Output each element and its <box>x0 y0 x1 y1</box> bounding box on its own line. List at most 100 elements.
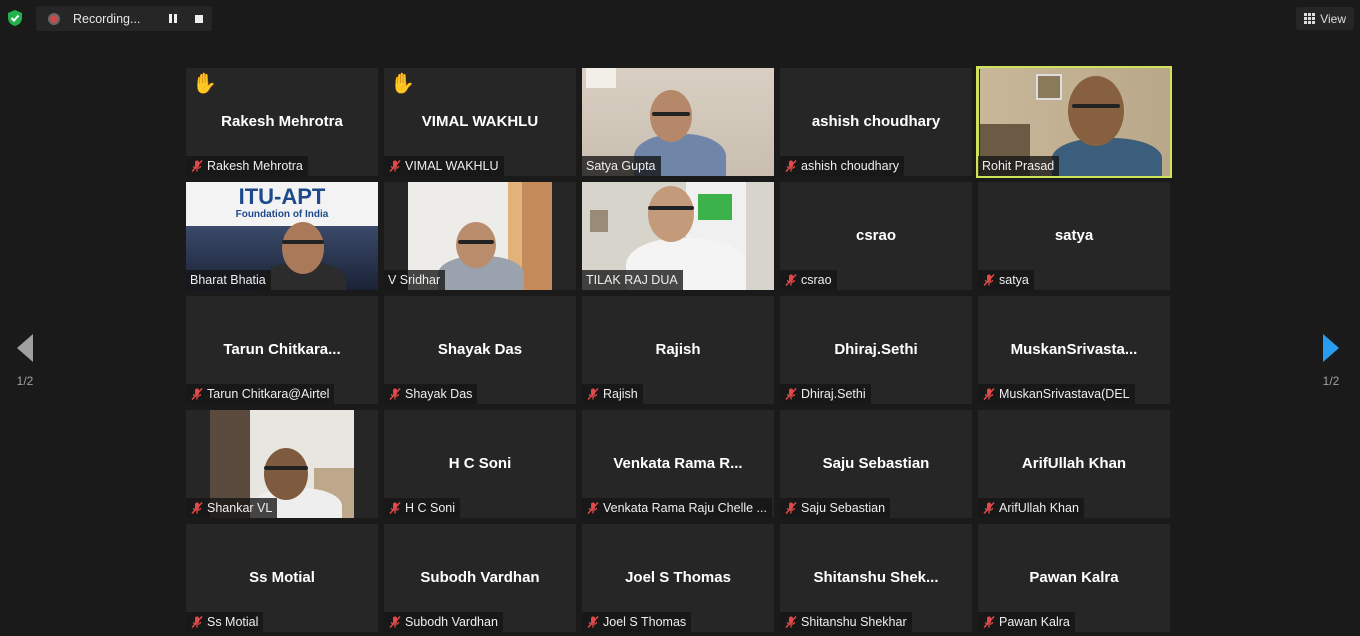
participant-name-label: Subodh Vardhan <box>384 612 503 632</box>
participant-tile[interactable]: Venkata Rama R... Venkata Rama Raju Chell… <box>582 410 774 518</box>
stop-recording-button[interactable] <box>189 9 209 29</box>
participant-tile[interactable]: Shankar VL <box>186 410 378 518</box>
participant-name: TILAK RAJ DUA <box>586 273 678 287</box>
participant-display-name: Joel S Thomas <box>625 569 731 586</box>
participant-name-label: Venkata Rama Raju Chelle ... <box>582 498 772 518</box>
page-indicator-right: 1/2 <box>1322 374 1340 388</box>
participant-name: ArifUllah Khan <box>999 501 1079 515</box>
participant-name: Tarun Chitkara@Airtel <box>207 387 330 401</box>
pause-recording-button[interactable] <box>163 9 183 29</box>
previous-page-button[interactable]: 1/2 <box>10 334 40 394</box>
participant-display-name: VIMAL WAKHLU <box>421 113 539 130</box>
participant-tile[interactable]: ashish choudhary ashish choudhary <box>780 68 972 176</box>
recording-label: Recording... <box>73 11 141 26</box>
gallery-grid: ✋ Rakesh Mehrotra Rakesh Mehrotra ✋ VIMAL WA… <box>186 66 1174 636</box>
participant-name: Joel S Thomas <box>603 615 687 629</box>
muted-mic-icon <box>784 159 798 173</box>
muted-mic-icon <box>982 615 996 629</box>
participant-tile[interactable]: MuskanSrivasta... MuskanSrivastava(DEL <box>978 296 1170 404</box>
muted-mic-icon <box>784 501 798 515</box>
next-page-button[interactable]: 1/2 <box>1316 334 1346 394</box>
participant-tile[interactable]: H C Soni H C Soni <box>384 410 576 518</box>
participant-display-name: Shitanshu Shek... <box>813 569 939 586</box>
participant-tile[interactable]: V Sridhar <box>384 182 576 290</box>
participant-tile[interactable]: Shayak Das Shayak Das <box>384 296 576 404</box>
participant-name: Shayak Das <box>405 387 473 401</box>
participant-display-name: Rakesh Mehrotra <box>221 113 343 130</box>
video-frame-element <box>698 194 732 220</box>
participant-name: Bharat Bhatia <box>190 273 266 287</box>
chevron-right-icon <box>1323 334 1339 362</box>
participant-display-name: MuskanSrivasta... <box>1010 341 1138 358</box>
participant-tile[interactable]: Shitanshu Shek... Shitanshu Shekhar <box>780 524 972 632</box>
participant-name-label: H C Soni <box>384 498 461 518</box>
participant-name: Dhiraj.Sethi <box>801 387 866 401</box>
participant-name-label: ArifUllah Khan <box>978 498 1084 518</box>
participant-tile[interactable]: Satya Gupta <box>582 68 774 176</box>
participant-display-name: Saju Sebastian <box>822 455 930 472</box>
participant-tile[interactable]: Rohit Prasad <box>976 66 1172 178</box>
participant-tile[interactable]: ArifUllah Khan ArifUllah Khan <box>978 410 1170 518</box>
gallery-grid-icon <box>1304 13 1316 24</box>
video-frame-element <box>1036 74 1062 100</box>
video-frame-element <box>458 240 494 244</box>
participant-display-name: ArifUllah Khan <box>1021 455 1127 472</box>
video-frame-element <box>264 466 308 470</box>
participant-name-label: Shankar VL <box>186 498 278 518</box>
participant-display-name: Shayak Das <box>437 341 523 358</box>
participant-tile[interactable]: Rajish Rajish <box>582 296 774 404</box>
security-shield-icon[interactable] <box>6 9 24 27</box>
muted-mic-icon <box>190 387 204 401</box>
background-logo-text: ITU-APT <box>238 184 326 209</box>
participant-tile[interactable]: Saju Sebastian Saju Sebastian <box>780 410 972 518</box>
muted-mic-icon <box>190 615 204 629</box>
video-frame-element <box>650 90 692 142</box>
participant-name-label: satya <box>978 270 1034 290</box>
participant-tile[interactable]: Subodh Vardhan Subodh Vardhan <box>384 524 576 632</box>
participant-tile[interactable]: ✋ Rakesh Mehrotra Rakesh Mehrotra <box>186 68 378 176</box>
participant-tile[interactable]: ✋ VIMAL WAKHLU VIMAL WAKHLU <box>384 68 576 176</box>
muted-mic-icon <box>586 387 600 401</box>
muted-mic-icon <box>784 273 798 287</box>
muted-mic-icon <box>982 501 996 515</box>
muted-mic-icon <box>586 615 600 629</box>
participant-name-label: MuskanSrivastava(DEL <box>978 384 1135 404</box>
participant-display-name: Rajish <box>655 341 701 358</box>
participant-display-name: ashish choudhary <box>811 113 941 130</box>
muted-mic-icon <box>388 159 402 173</box>
muted-mic-icon <box>784 387 798 401</box>
participant-name: Ss Motial <box>207 615 259 629</box>
participant-name: Saju Sebastian <box>801 501 886 515</box>
participant-display-name: Subodh Vardhan <box>420 569 540 586</box>
participant-tile[interactable]: Dhiraj.Sethi Dhiraj.Sethi <box>780 296 972 404</box>
participant-tile[interactable]: csrao csrao <box>780 182 972 290</box>
participant-tile[interactable]: satya satya <box>978 182 1170 290</box>
participant-tile[interactable]: Tarun Chitkara... Tarun Chitkara@Airtel <box>186 296 378 404</box>
participant-name-label: Tarun Chitkara@Airtel <box>186 384 335 404</box>
video-frame-element <box>586 68 616 88</box>
muted-mic-icon <box>982 387 996 401</box>
muted-mic-icon <box>190 159 204 173</box>
stop-icon <box>195 14 203 23</box>
participant-name: Rakesh Mehrotra <box>207 159 303 173</box>
participant-name: Rajish <box>603 387 638 401</box>
chevron-left-icon <box>17 334 33 362</box>
participant-name-label: V Sridhar <box>384 270 446 290</box>
background-logo-subtext: Foundation of India <box>235 209 329 220</box>
participant-name: Venkata Rama Raju Chelle ... <box>603 501 767 515</box>
muted-mic-icon <box>388 615 402 629</box>
participant-tile[interactable]: ITU-APT Foundation of India Bharat Bhatia <box>186 182 378 290</box>
view-label: View <box>1320 11 1346 26</box>
participant-display-name: Tarun Chitkara... <box>223 341 341 358</box>
participant-tile[interactable]: Joel S Thomas Joel S Thomas <box>582 524 774 632</box>
participant-display-name: Ss Motial <box>249 569 315 586</box>
participant-tile[interactable]: Ss Motial Ss Motial <box>186 524 378 632</box>
participant-tile[interactable]: Pawan Kalra Pawan Kalra <box>978 524 1170 632</box>
participant-tile[interactable]: TILAK RAJ DUA <box>582 182 774 290</box>
participant-name-label: Rajish <box>582 384 643 404</box>
video-frame-element <box>520 182 552 290</box>
view-button[interactable]: View <box>1296 7 1354 30</box>
participant-name-label: Rakesh Mehrotra <box>186 156 308 176</box>
muted-mic-icon <box>982 273 996 287</box>
participant-name: Shankar VL <box>207 501 273 515</box>
